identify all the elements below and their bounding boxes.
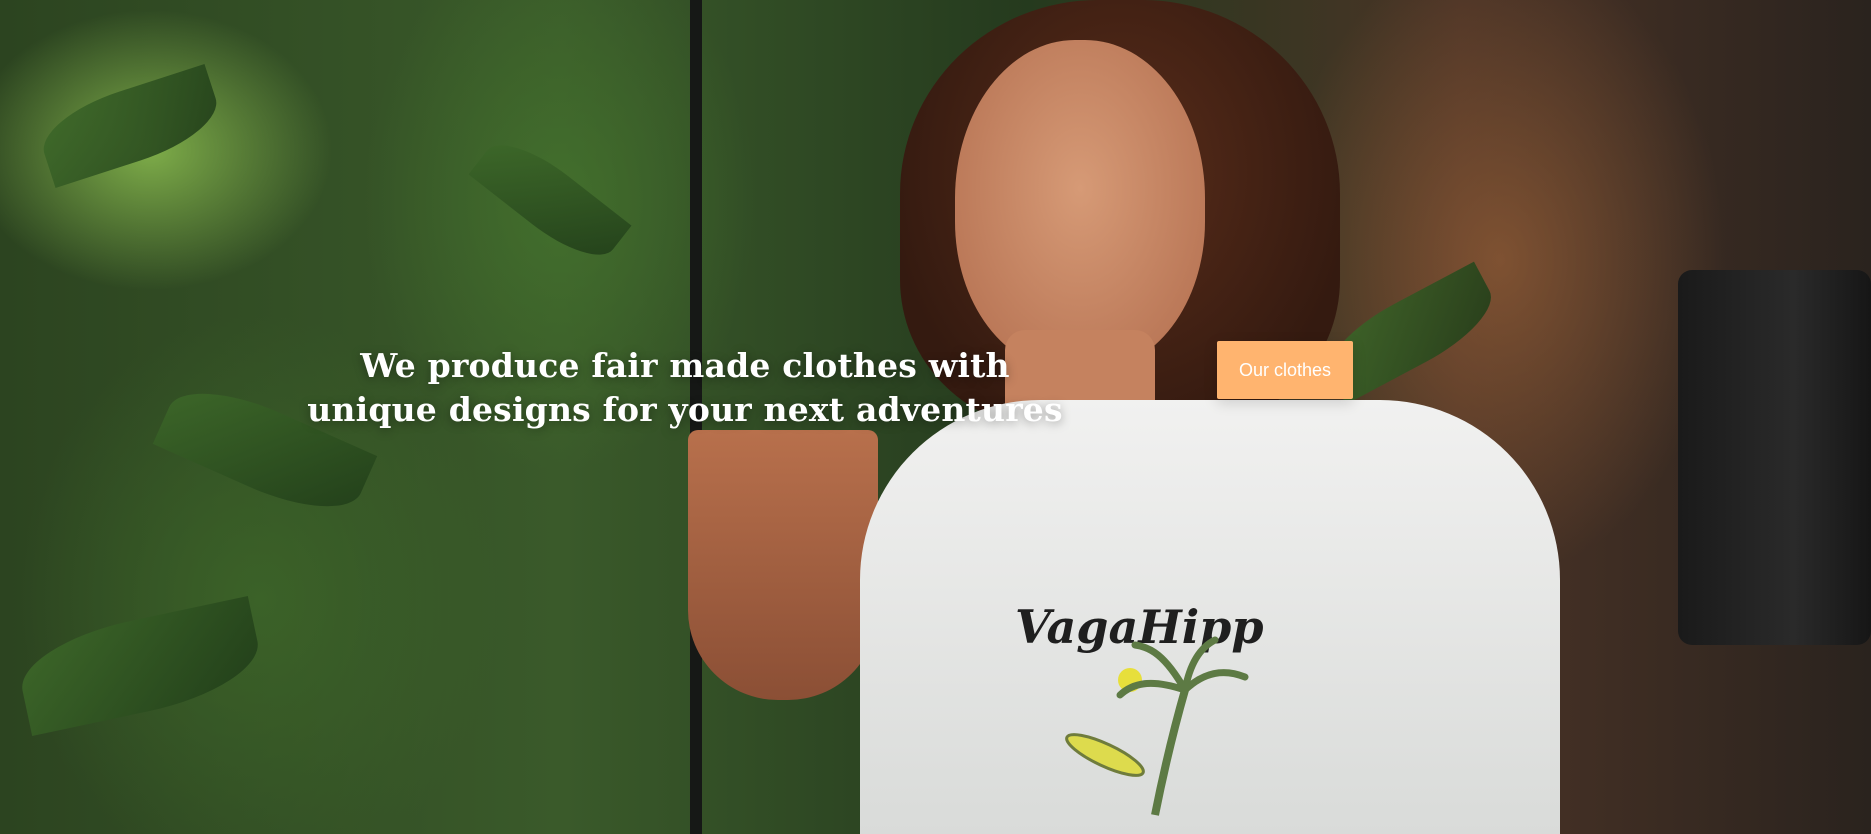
our-clothes-button[interactable]: Our clothes [1217,341,1353,399]
tshirt-print-graphic: VagaHippo [1015,600,1265,816]
terracotta-pot [688,430,878,700]
background-leaf [468,127,632,273]
foreground-leaf [33,63,227,189]
hero-section: VagaHippo We produce fair made clothes w… [0,0,1871,834]
black-plant-pot [1678,270,1871,645]
palm-tree-icon [1151,688,1189,816]
face [955,40,1205,370]
surfboard-icon [1065,733,1145,777]
hero-headline: We produce fair made clothes with unique… [307,346,1063,430]
foreground-leaf [13,596,267,736]
